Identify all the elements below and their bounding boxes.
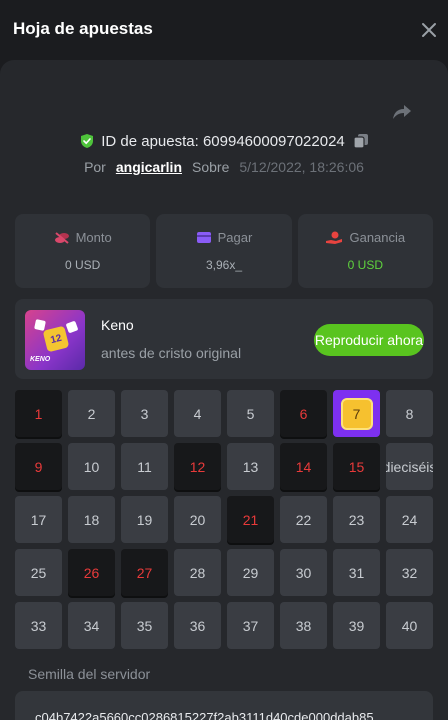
copy-icon[interactable] — [353, 133, 369, 149]
share-icon[interactable] — [390, 100, 414, 124]
keno-cell-30[interactable]: 30 — [280, 549, 327, 596]
play-now-button[interactable]: Reproducir ahora — [314, 324, 424, 356]
stat-payout-label: Pagar — [217, 230, 253, 245]
keno-cell-32[interactable]: 32 — [386, 549, 433, 596]
by-label: Por — [84, 159, 106, 175]
keno-cell-21[interactable]: 21 — [227, 496, 274, 543]
bet-stats: Monto 0 USD Pagar 3,96x_ Ganancia 0 USD — [15, 214, 433, 288]
stat-profit: Ganancia 0 USD — [297, 214, 433, 288]
close-icon[interactable] — [419, 20, 439, 40]
username-link[interactable]: angicarlin — [116, 159, 182, 175]
keno-cell-3[interactable]: 3 — [121, 390, 168, 437]
verified-shield-icon — [81, 134, 94, 148]
keno-cell-8[interactable]: 8 — [386, 390, 433, 437]
hand-coin-icon — [326, 231, 343, 244]
keno-cell-7[interactable]: 7 — [333, 390, 380, 437]
on-label: Sobre — [192, 159, 230, 175]
keno-cell-6[interactable]: 6 — [280, 390, 327, 437]
keno-cell-36[interactable]: 36 — [174, 602, 221, 649]
keno-cell-26[interactable]: 26 — [68, 549, 115, 596]
thumb-logo: KENO — [30, 356, 51, 363]
keno-cell-1[interactable]: 1 — [15, 390, 62, 437]
keno-cell-38[interactable]: 38 — [280, 602, 327, 649]
keno-cell-25[interactable]: 25 — [15, 549, 62, 596]
keno-cell-5[interactable]: 5 — [227, 390, 274, 437]
bet-id-row: ID de apuesta: 60994600097022024 — [0, 131, 448, 151]
server-seed-value: c04b7422a5660cc0286815227f2ab3111d40cde0… — [35, 710, 374, 720]
keno-cell-2[interactable]: 2 — [68, 390, 115, 437]
keno-cell-33[interactable]: 33 — [15, 602, 62, 649]
keno-cell-12[interactable]: 12 — [174, 443, 221, 490]
keno-cell-22[interactable]: 22 — [280, 496, 327, 543]
keno-hit-gem: 7 — [340, 397, 373, 430]
server-seed-field[interactable]: c04b7422a5660cc0286815227f2ab3111d40cde0… — [15, 691, 433, 720]
keno-cell-14[interactable]: 14 — [280, 443, 327, 490]
game-card: 12 KENO Keno antes de cristo original Re… — [15, 299, 433, 379]
game-thumbnail[interactable]: 12 KENO — [25, 310, 85, 370]
stat-amount: Monto 0 USD — [15, 214, 151, 288]
keno-cell-29[interactable]: 29 — [227, 549, 274, 596]
keno-cell-34[interactable]: 34 — [68, 602, 115, 649]
game-description: antes de cristo original — [101, 345, 242, 361]
keno-cell-4[interactable]: 4 — [174, 390, 221, 437]
stat-profit-value: 0 USD — [347, 258, 383, 272]
sheet-title: Hoja de apuestas — [13, 19, 153, 38]
keno-cell-15[interactable]: 15 — [333, 443, 380, 490]
keno-cell-23[interactable]: 23 — [333, 496, 380, 543]
game-name: Keno — [101, 317, 134, 333]
thumb-tile: 12 — [42, 325, 70, 353]
keno-cell-24[interactable]: 24 — [386, 496, 433, 543]
keno-cell-39[interactable]: 39 — [333, 602, 380, 649]
bet-date: 5/12/2022, 18:26:06 — [239, 159, 364, 175]
server-seed-label: Semilla del servidor — [28, 666, 151, 682]
keno-cell-20[interactable]: 20 — [174, 496, 221, 543]
stat-profit-label: Ganancia — [349, 230, 406, 245]
stat-amount-label: Monto — [75, 230, 112, 245]
keno-cell-18[interactable]: 18 — [68, 496, 115, 543]
keno-cell-13[interactable]: 13 — [227, 443, 274, 490]
stat-payout-value: 3,96x_ — [205, 258, 242, 272]
keno-cell-28[interactable]: 28 — [174, 549, 221, 596]
keno-cell-11[interactable]: 11 — [121, 443, 168, 490]
keno-cell-35[interactable]: 35 — [121, 602, 168, 649]
bet-meta-row: Por angicarlin Sobre 5/12/2022, 18:26:06 — [0, 157, 448, 177]
keno-cell-31[interactable]: 31 — [333, 549, 380, 596]
stat-payout: Pagar 3,96x_ — [156, 214, 292, 288]
keno-cell-9[interactable]: 9 — [15, 443, 62, 490]
coins-icon — [54, 231, 69, 244]
keno-cell-16[interactable]: dieciséis — [386, 443, 433, 490]
keno-cell-37[interactable]: 37 — [227, 602, 274, 649]
bet-id: ID de apuesta: 60994600097022024 — [101, 132, 345, 150]
stat-amount-value: 0 USD — [64, 258, 101, 272]
keno-cell-40[interactable]: 40 — [386, 602, 433, 649]
card-icon — [196, 232, 211, 243]
sheet-header: Hoja de apuestas — [0, 0, 448, 60]
keno-cell-19[interactable]: 19 — [121, 496, 168, 543]
keno-cell-17[interactable]: 17 — [15, 496, 62, 543]
keno-cell-10[interactable]: 10 — [68, 443, 115, 490]
keno-cell-27[interactable]: 27 — [121, 549, 168, 596]
